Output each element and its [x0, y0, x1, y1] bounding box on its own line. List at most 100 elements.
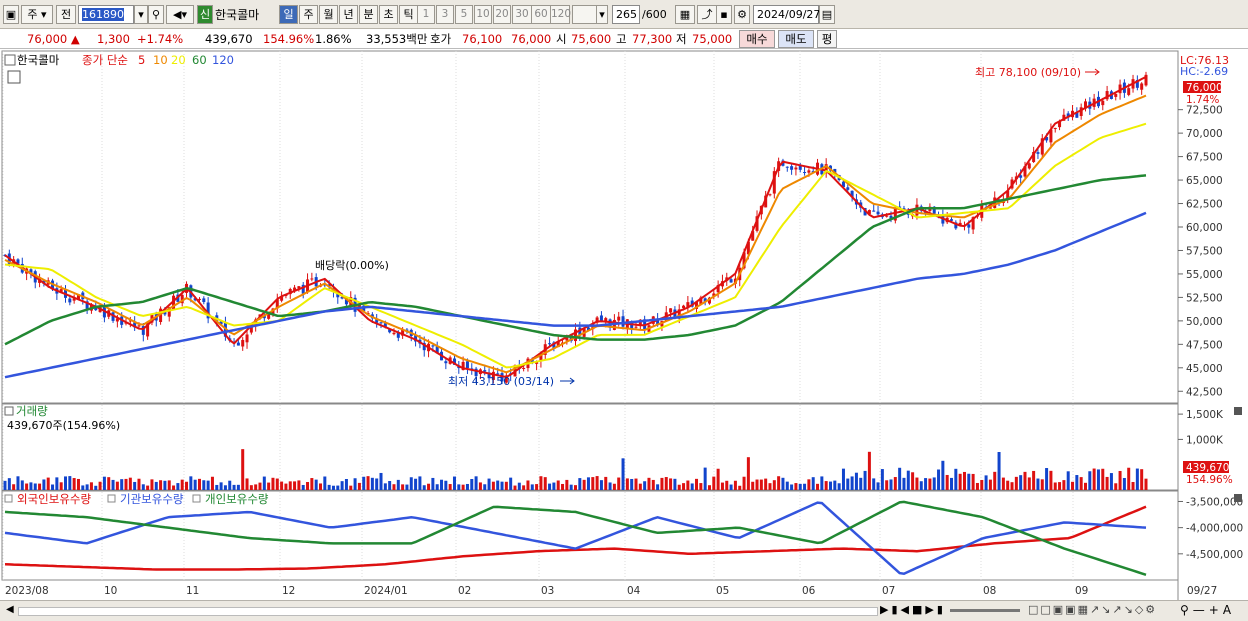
price-tick-label: 55,000	[1186, 269, 1223, 281]
volume-bar	[422, 485, 426, 490]
x-axis-label: 12	[282, 585, 295, 597]
candle-body	[682, 305, 686, 309]
x-axis-label: 09/27	[1187, 585, 1217, 597]
volume-bar	[1014, 476, 1018, 490]
volume-bar	[729, 484, 733, 490]
volume-bar	[89, 482, 93, 490]
legend-stock-name: 한국콜마	[17, 53, 60, 67]
zoom-slider[interactable]	[950, 609, 1020, 612]
draw-tool-icons[interactable]: □□▣▣▦↗↘↗↘◇⚙	[1028, 603, 1157, 616]
volume-bar	[556, 480, 560, 490]
scroll-track[interactable]	[18, 607, 878, 616]
volume-bar	[893, 477, 897, 490]
volume-bar	[297, 480, 301, 490]
volume-bar	[988, 479, 992, 490]
volume-bar	[366, 476, 370, 490]
volume-bar	[790, 484, 794, 490]
volume-bar	[124, 478, 128, 490]
legend-ma-60: 60	[192, 53, 207, 67]
candle-body	[729, 279, 733, 283]
volume-bar	[319, 483, 323, 490]
volume-bar	[310, 478, 314, 490]
volume-bar	[954, 468, 958, 490]
zoom-icons[interactable]: ⚲—+A	[1180, 603, 1235, 617]
volume-bar	[509, 477, 513, 490]
volume-bar	[902, 477, 906, 490]
volume-bar	[193, 479, 197, 490]
playback-icons[interactable]: ▶▮◀■▶▮	[880, 603, 946, 616]
volume-bar	[526, 480, 530, 490]
volume-bar	[950, 477, 954, 490]
volume-bar	[59, 482, 63, 490]
volume-bar	[1066, 471, 1070, 490]
volume-bar	[975, 482, 979, 490]
volume-bar	[867, 451, 871, 490]
volume-bar	[215, 484, 219, 490]
price-tick-label: 57,500	[1186, 245, 1223, 257]
volume-bar	[690, 483, 694, 490]
price-tick-label: 52,500	[1186, 292, 1223, 304]
volume-close-icon[interactable]	[1234, 407, 1242, 415]
volume-bar	[552, 482, 556, 490]
volume-bar	[1092, 468, 1096, 490]
volume-bar	[906, 470, 910, 490]
hc-label: HC:-2.69	[1180, 65, 1228, 78]
volume-bar	[561, 483, 565, 490]
price-tick-label: 70,000	[1186, 128, 1223, 140]
volume-bar	[76, 478, 80, 490]
chart-area[interactable]: 72,500 70,000 67,500 65,000 62,500 60,000 57,5…	[0, 0, 1248, 600]
volume-bar	[517, 482, 521, 490]
volume-bar	[349, 485, 353, 490]
candle-body	[392, 332, 396, 335]
holding-legend-1: 기관보유수량	[120, 492, 184, 506]
candle-body	[465, 361, 469, 369]
volume-bar	[176, 483, 180, 490]
volume-bar	[647, 477, 651, 490]
volume-bar	[889, 479, 893, 490]
x-axis-label: 09	[1075, 585, 1088, 597]
volume-bar	[1023, 471, 1027, 490]
volume-bar	[1096, 469, 1100, 490]
volume-bar	[94, 485, 98, 490]
candle-body	[522, 368, 526, 370]
candle-body	[794, 167, 798, 170]
candle-body	[669, 308, 673, 313]
legend-ma-5: 5	[138, 53, 145, 67]
volume-bar	[81, 485, 85, 490]
volume-bar	[958, 473, 962, 490]
candle-body	[807, 170, 811, 173]
legend-ma-10: 10	[153, 53, 168, 67]
candle-body	[617, 316, 621, 321]
volume-bar	[919, 481, 923, 490]
scroll-bar[interactable]: ◀ ▶▮◀■▶▮ □□▣▣▦↗↘↗↘◇⚙ ⚲—+A	[0, 600, 1248, 621]
volume-bar	[271, 477, 275, 490]
volume-bar	[448, 484, 452, 490]
volume-bar	[150, 479, 154, 490]
volume-bar	[146, 485, 150, 490]
volume-bar	[608, 482, 612, 490]
candle-body	[68, 298, 72, 303]
volume-bar	[751, 481, 755, 490]
volume-bar	[336, 485, 340, 490]
volume-bar	[660, 477, 664, 490]
volume-bar	[102, 476, 106, 490]
candle-body	[241, 339, 245, 347]
volume-bar	[595, 476, 599, 490]
holding-close-icon[interactable]	[1234, 494, 1242, 502]
low-annotation: 최저 43,150 (03/14)	[448, 375, 554, 388]
volume-bar	[353, 478, 357, 490]
x-axis-label: 03	[541, 585, 554, 597]
volume-bar	[625, 478, 629, 490]
volume-bar	[712, 476, 716, 490]
volume-bar	[759, 479, 763, 490]
volume-bar	[621, 458, 625, 490]
volume-bar	[664, 477, 668, 490]
volume-bar	[228, 480, 232, 490]
volume-bar	[846, 478, 850, 490]
volume-bar	[120, 479, 124, 490]
scroll-left-icon[interactable]: ◀	[6, 604, 14, 615]
volume-bar	[327, 484, 331, 490]
volume-bar	[440, 479, 444, 490]
table-icon[interactable]	[7, 70, 21, 84]
volume-bar	[1140, 469, 1144, 490]
